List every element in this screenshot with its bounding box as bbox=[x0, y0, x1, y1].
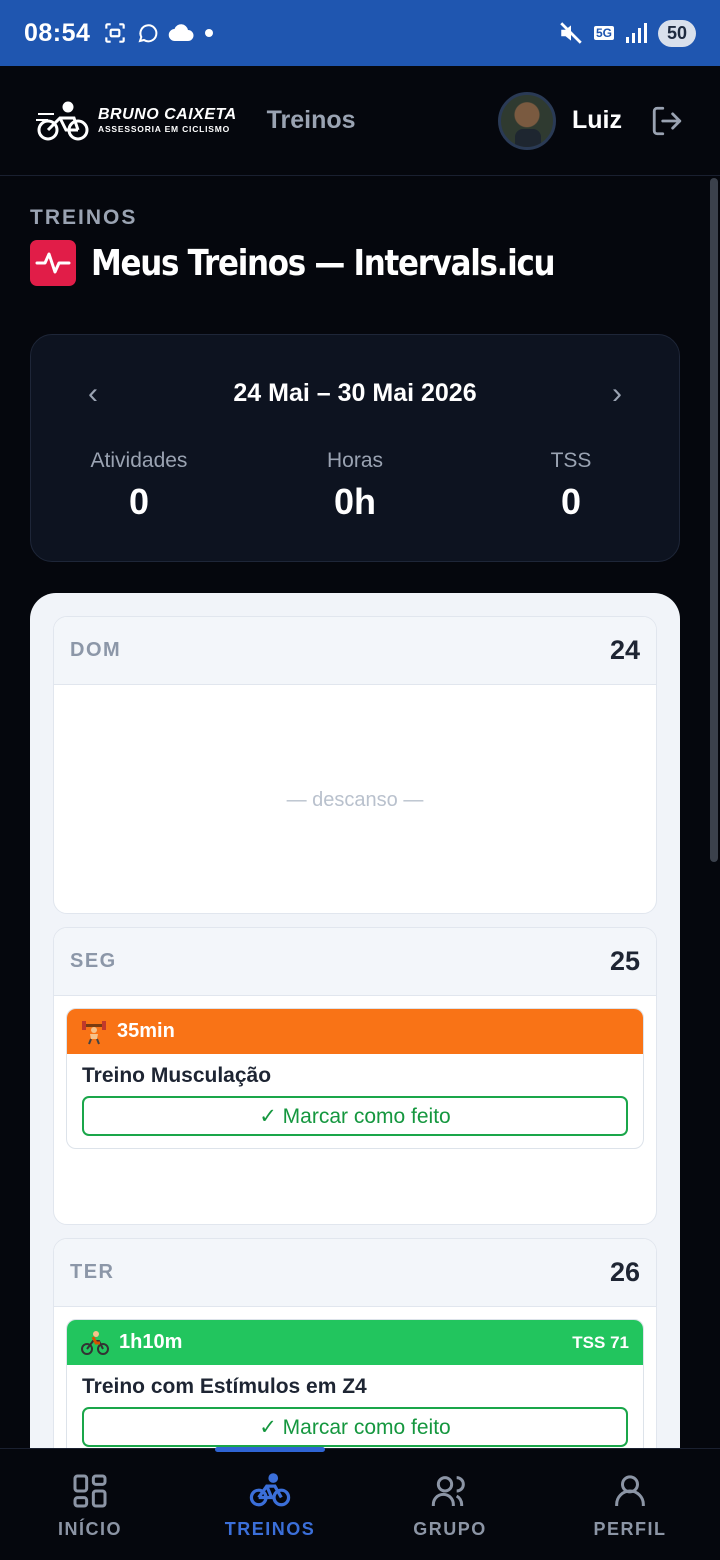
rest-label: — descanso — bbox=[286, 789, 424, 811]
dot-icon bbox=[205, 29, 214, 37]
cyclist-icon bbox=[81, 1330, 109, 1356]
bottom-navigation: INÍCIO TREINOS GRUPO PERFIL bbox=[0, 1447, 720, 1560]
day-header: DOM 24 bbox=[54, 617, 656, 685]
days-panel: DOM 24 — descanso — SEG 25 35min Treino … bbox=[30, 593, 680, 1448]
day-number: 25 bbox=[609, 946, 640, 976]
page-title: Meus Treinos — Intervals.icu bbox=[91, 242, 556, 284]
day-name: TER bbox=[70, 1261, 115, 1283]
tab-perfil[interactable]: PERFIL bbox=[540, 1449, 720, 1560]
scrollbar[interactable] bbox=[710, 178, 718, 862]
stat-value: 0 bbox=[128, 481, 150, 522]
workout-card[interactable]: 35min Treino Musculação ✓ Marcar como fe… bbox=[66, 1008, 644, 1149]
stat-activities: Atividades 0 bbox=[31, 449, 247, 523]
stat-value: 0 bbox=[560, 481, 582, 522]
chevron-right-icon[interactable]: › bbox=[597, 377, 637, 411]
day-card-dom: DOM 24 — descanso — bbox=[53, 616, 657, 914]
week-navigator: ‹ 24 Mai – 30 Mai 2026 › bbox=[31, 377, 679, 411]
cloud-icon bbox=[169, 24, 194, 42]
tab-label: INÍCIO bbox=[57, 1519, 122, 1539]
whatsapp-icon bbox=[138, 24, 158, 43]
workout-bar: 1h10m TSS 71 bbox=[67, 1320, 643, 1365]
day-header: SEG 25 bbox=[54, 928, 656, 996]
workout-duration: 35min bbox=[117, 1020, 175, 1042]
username[interactable]: Luiz bbox=[572, 106, 622, 135]
day-card-seg: SEG 25 35min Treino Musculação ✓ Marcar … bbox=[53, 927, 657, 1225]
logo-subtitle: ASSESSORIA EM CICLISMO bbox=[98, 124, 231, 135]
tab-inicio[interactable]: INÍCIO bbox=[0, 1449, 180, 1560]
nav-title[interactable]: Treinos bbox=[267, 106, 356, 135]
week-range: 24 Mai – 30 Mai 2026 bbox=[233, 379, 477, 407]
mark-done-button[interactable]: ✓ Marcar como feito bbox=[82, 1407, 628, 1447]
status-time: 08:54 bbox=[24, 18, 91, 47]
weightlifter-icon bbox=[81, 1019, 107, 1045]
stat-label: Atividades bbox=[90, 449, 188, 472]
week-stats: Atividades 0 Horas 0h TSS 0 bbox=[31, 449, 679, 523]
signal-icon bbox=[625, 23, 647, 43]
day-name: DOM bbox=[70, 639, 122, 661]
screenshot-icon bbox=[105, 23, 126, 43]
stat-label: Horas bbox=[326, 449, 384, 472]
avatar[interactable] bbox=[498, 91, 556, 150]
tab-treinos[interactable]: TREINOS bbox=[180, 1447, 360, 1560]
bike-icon bbox=[249, 1473, 291, 1507]
logout-icon[interactable] bbox=[650, 104, 684, 138]
grid-icon bbox=[73, 1474, 107, 1508]
day-card-ter: TER 26 1h10m TSS 71 Treino com Estímulos… bbox=[53, 1238, 657, 1448]
network-type: 5G bbox=[593, 26, 614, 40]
pulse-icon bbox=[30, 240, 76, 286]
day-number: 24 bbox=[609, 635, 640, 665]
tab-label: TREINOS bbox=[224, 1519, 316, 1539]
main-content: TREINOS Meus Treinos — Intervals.icu ‹ 2… bbox=[0, 176, 720, 1448]
tab-label: PERFIL bbox=[593, 1519, 667, 1539]
status-notification-icons bbox=[102, 20, 216, 46]
week-summary-card: ‹ 24 Mai – 30 Mai 2026 › Atividades 0 Ho… bbox=[30, 334, 680, 562]
tab-grupo[interactable]: GRUPO bbox=[360, 1449, 540, 1560]
stat-label: TSS bbox=[550, 449, 592, 472]
stat-hours: Horas 0h bbox=[247, 449, 463, 523]
workout-title: Treino com Estímulos em Z4 bbox=[82, 1375, 367, 1398]
cyclist-logo-icon bbox=[36, 101, 89, 140]
day-name: SEG bbox=[70, 950, 117, 972]
stat-value: 0h bbox=[333, 481, 376, 522]
users-icon bbox=[431, 1476, 465, 1506]
page-title-row: Meus Treinos — Intervals.icu bbox=[30, 240, 630, 286]
mark-done-button[interactable]: ✓ Marcar como feito bbox=[82, 1096, 628, 1136]
brand-logo[interactable]: BRUNO CAIXETA ASSESSORIA EM CICLISMO bbox=[36, 100, 237, 142]
mute-icon bbox=[560, 22, 582, 44]
app-header: BRUNO CAIXETA ASSESSORIA EM CICLISMO Tre… bbox=[0, 66, 720, 176]
day-header: TER 26 bbox=[54, 1239, 656, 1307]
battery-indicator: 50 bbox=[657, 19, 696, 47]
logo-title: BRUNO CAIXETA bbox=[98, 106, 237, 124]
workout-card[interactable]: 1h10m TSS 71 Treino com Estímulos em Z4 … bbox=[66, 1319, 644, 1448]
workout-bar: 35min bbox=[67, 1009, 643, 1054]
user-icon bbox=[615, 1475, 645, 1506]
chevron-left-icon[interactable]: ‹ bbox=[73, 377, 113, 411]
workout-title: Treino Musculação bbox=[82, 1064, 272, 1087]
stat-tss: TSS 0 bbox=[463, 449, 679, 523]
status-bar: 08:54 5G 50 bbox=[0, 0, 720, 66]
workout-tss: TSS 71 bbox=[572, 1332, 629, 1352]
tab-label: GRUPO bbox=[413, 1519, 487, 1539]
day-number: 26 bbox=[609, 1257, 640, 1287]
workout-duration: 1h10m bbox=[119, 1331, 183, 1353]
section-label: TREINOS bbox=[30, 206, 138, 229]
